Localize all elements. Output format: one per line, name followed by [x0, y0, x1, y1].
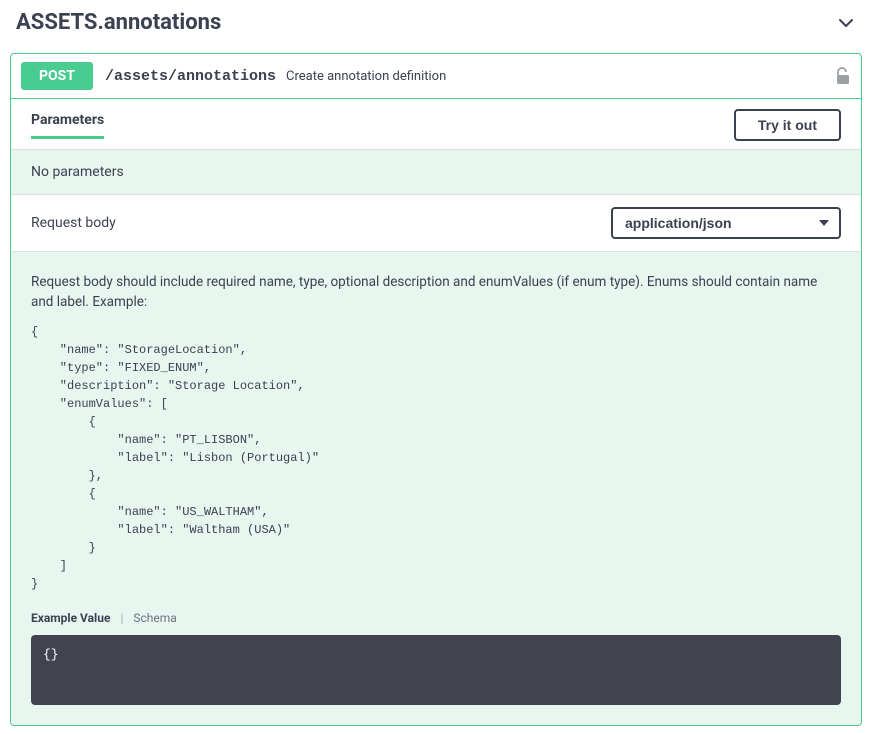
request-body-value[interactable]: {} — [31, 635, 841, 705]
request-body-example-json: { "name": "StorageLocation", "type": "FI… — [31, 323, 841, 593]
operation-summary: Create annotation definition — [286, 69, 446, 84]
try-it-out-button[interactable]: Try it out — [734, 109, 841, 141]
content-type-select[interactable]: application/json — [611, 207, 841, 239]
request-body-description-section: Request body should include required nam… — [11, 252, 861, 603]
section-title: ASSETS.annotations — [16, 10, 221, 35]
tab-separator: | — [120, 611, 123, 625]
operation-body: Parameters Try it out No parameters Requ… — [11, 99, 861, 705]
tab-example-value[interactable]: Example Value — [31, 611, 110, 625]
unlock-icon[interactable] — [835, 67, 851, 85]
request-body-description: Request body should include required nam… — [31, 272, 841, 313]
chevron-down-icon — [836, 13, 856, 33]
request-body-header: Request body application/json — [11, 194, 861, 252]
parameters-tab[interactable]: Parameters — [31, 112, 104, 139]
operation-path: /assets/annotations — [105, 68, 276, 85]
request-body-label: Request body — [31, 215, 116, 231]
method-badge: POST — [21, 62, 93, 90]
operation-summary-row[interactable]: POST /assets/annotations Create annotati… — [11, 54, 861, 99]
content-type-select-wrapper: application/json — [611, 207, 841, 239]
body-tabs: Example Value | Schema — [11, 603, 861, 635]
operation-block: POST /assets/annotations Create annotati… — [10, 53, 862, 726]
section-header[interactable]: ASSETS.annotations — [0, 0, 872, 45]
tab-schema[interactable]: Schema — [133, 611, 176, 625]
no-parameters-text: No parameters — [11, 150, 861, 194]
parameters-header: Parameters Try it out — [11, 99, 861, 150]
